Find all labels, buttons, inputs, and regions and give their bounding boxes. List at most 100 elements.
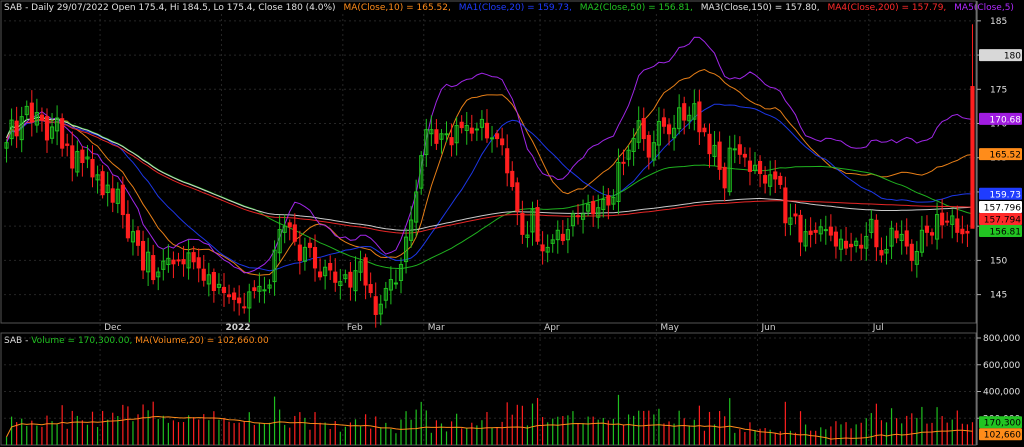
- volume-bar: [724, 416, 726, 445]
- volume-bar: [10, 416, 13, 445]
- volume-bar: [466, 427, 468, 445]
- candle-body: [307, 242, 313, 248]
- candle-body: [874, 219, 879, 248]
- volume-tick-label: 400,000: [983, 388, 1020, 398]
- volume-bar: [931, 422, 933, 445]
- volume-bar: [66, 428, 68, 445]
- volume-bar: [319, 422, 321, 445]
- volume-bar: [799, 411, 802, 445]
- candle-body: [510, 170, 515, 187]
- volume-bar: [5, 436, 8, 445]
- x-axis-label: 2022: [225, 323, 250, 333]
- volume-bar: [208, 420, 210, 445]
- volume-bar: [531, 403, 534, 445]
- volume-bar: [516, 404, 518, 445]
- candle-body: [125, 213, 130, 239]
- candle-body: [843, 240, 849, 249]
- candle-body: [44, 116, 50, 141]
- volume-bar: [941, 416, 943, 445]
- volume-bar: [435, 420, 437, 445]
- candle-body: [312, 247, 318, 269]
- volume-bar: [789, 430, 792, 445]
- volume-bar: [96, 426, 99, 445]
- volume-bar: [400, 419, 402, 445]
- volume-ma-line: [6, 415, 973, 440]
- volume-bar: [370, 428, 372, 445]
- volume-bar: [678, 410, 680, 445]
- volume-bar: [415, 409, 417, 445]
- candle-body: [697, 101, 702, 133]
- volume-bar: [359, 426, 362, 445]
- volume-bar: [926, 423, 928, 445]
- volume-bar: [602, 417, 604, 445]
- volume-bar: [385, 422, 387, 445]
- volume-bar: [248, 412, 250, 445]
- price-tick-label: 145: [990, 291, 1007, 301]
- volume-bar: [617, 394, 620, 445]
- volume-bar: [218, 419, 220, 445]
- candle-body: [196, 257, 201, 269]
- stock-chart[interactable]: SAB - Daily 29/07/2022 Open 175.4, Hi 18…: [0, 0, 1024, 447]
- volume-bar: [329, 429, 331, 445]
- candle-body: [434, 129, 439, 144]
- volume-bar: [177, 422, 180, 445]
- volume-bar: [557, 416, 559, 445]
- volume-bar: [956, 410, 958, 445]
- candle-body: [65, 143, 70, 146]
- volume-bar: [187, 415, 190, 445]
- volume-bar: [46, 415, 48, 445]
- candle-body: [495, 133, 500, 140]
- volume-bar: [445, 431, 448, 445]
- volume-bar: [395, 433, 397, 445]
- candle-body: [924, 225, 930, 233]
- chart-canvas[interactable]: 145150155160165170175180185Dec2022FebMar…: [0, 0, 1024, 447]
- volume-bar: [430, 432, 432, 445]
- candle-body: [661, 117, 667, 127]
- volume-bar: [612, 418, 615, 445]
- volume-bar: [547, 422, 549, 445]
- candle-body: [141, 240, 146, 271]
- candle-body: [717, 141, 722, 170]
- axis-badge-6: 156.81: [990, 228, 1022, 238]
- volume-bar: [668, 421, 670, 445]
- volume-bar: [567, 415, 569, 445]
- volume-bar: [729, 398, 731, 445]
- volume-bar: [405, 411, 407, 445]
- volume-bar: [198, 419, 200, 445]
- volume-bar: [86, 424, 89, 445]
- candle-body: [823, 229, 828, 232]
- volume-bar: [228, 421, 230, 445]
- volume-bar: [906, 415, 908, 445]
- candle-body: [232, 292, 237, 300]
- volume-bar: [673, 423, 675, 445]
- candle-body: [813, 229, 818, 233]
- x-axis-label: Feb: [347, 323, 363, 333]
- candle-body: [621, 161, 626, 164]
- candle-body: [879, 250, 884, 256]
- volume-bar: [840, 424, 842, 445]
- candle-body: [489, 137, 495, 140]
- volume-bar: [885, 422, 888, 445]
- candle-body: [960, 228, 965, 235]
- volume-bar: [51, 421, 53, 445]
- volume-bar: [536, 397, 539, 445]
- volume-bar: [81, 420, 83, 445]
- volume-bar: [835, 421, 837, 445]
- volume-bar: [127, 406, 129, 445]
- volume-bar: [420, 401, 422, 445]
- volume-bar: [21, 418, 23, 445]
- candle-body: [237, 297, 242, 304]
- candle-body: [211, 272, 216, 292]
- candle-body: [191, 252, 196, 263]
- candle-body: [540, 244, 545, 252]
- volume-bar: [577, 423, 579, 445]
- candle-body: [181, 259, 186, 265]
- volume-bar: [410, 419, 412, 445]
- candle-body: [828, 226, 833, 236]
- candle-body: [833, 231, 838, 247]
- candle-body: [808, 230, 813, 235]
- candle-body: [318, 271, 323, 278]
- candle-body: [505, 148, 510, 174]
- volume-bar: [481, 420, 483, 445]
- volume-bar: [936, 407, 938, 445]
